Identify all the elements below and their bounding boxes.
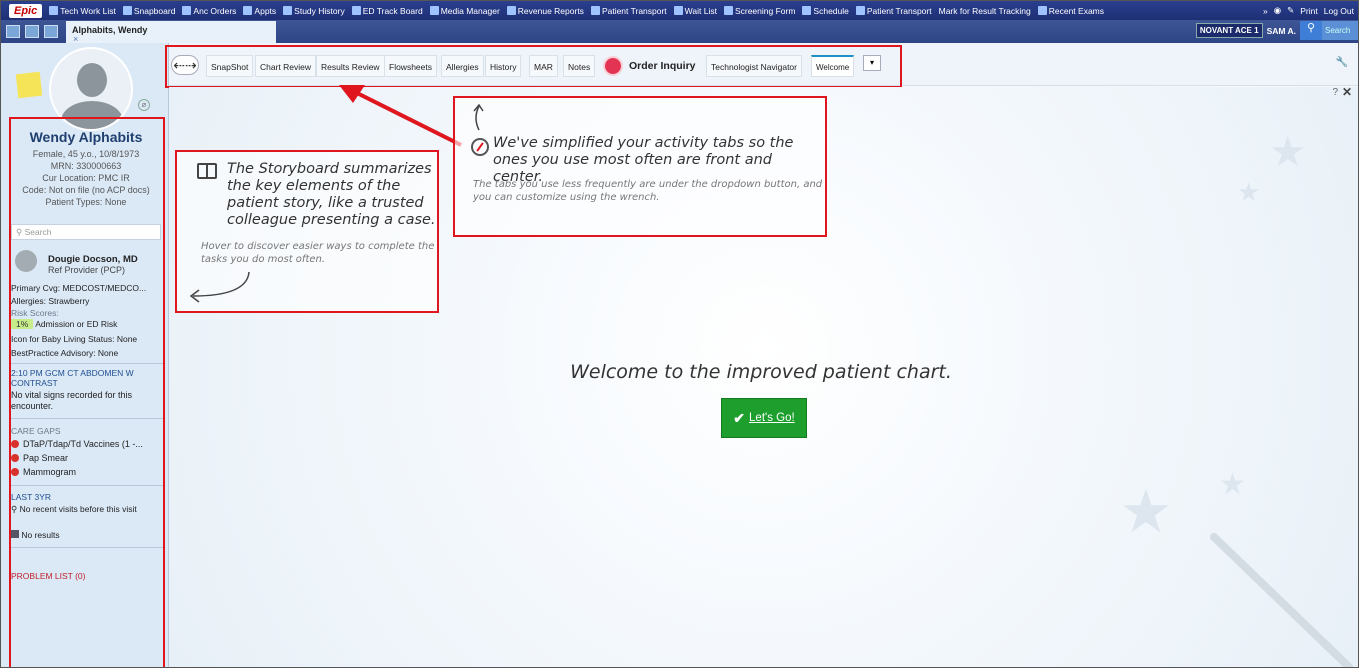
sticky-note-icon[interactable] bbox=[15, 71, 43, 99]
lets-go-label: Let's Go! bbox=[749, 412, 795, 424]
toolbar-recent-exams[interactable]: Recent Exams bbox=[1037, 6, 1104, 16]
patient-tab-label: Alphabits, Wendy bbox=[72, 24, 148, 35]
toolbar-media-manager[interactable]: Media Manager bbox=[429, 6, 500, 16]
storyboard-sidebar: ⌀ Wendy Alphabits Female, 45 y.o., 10/8/… bbox=[1, 43, 169, 667]
book-icon bbox=[197, 163, 217, 179]
close-icon[interactable]: ✕ bbox=[1342, 85, 1352, 99]
history-icon bbox=[283, 6, 293, 15]
board-icon bbox=[351, 6, 361, 15]
report-icon bbox=[506, 6, 516, 15]
people-icon bbox=[243, 6, 253, 15]
layout-icon[interactable] bbox=[25, 25, 39, 38]
search-placeholder: Search bbox=[1325, 26, 1351, 35]
toolbar-patient-transport-2[interactable]: Patient Transport bbox=[855, 6, 932, 16]
list-icon bbox=[49, 6, 59, 15]
toolbar-screening-form[interactable]: Screening Form bbox=[723, 6, 795, 16]
storyboard-callout-text: The Storyboard summarizes the key elemen… bbox=[227, 161, 436, 228]
storyboard-toggle-icon[interactable] bbox=[6, 25, 20, 38]
toolbar-tech-work-list[interactable]: Tech Work List bbox=[49, 6, 116, 16]
storyboard-callout-subtext: Hover to discover easier ways to complet… bbox=[201, 241, 435, 265]
epic-logo[interactable]: Epic bbox=[9, 3, 43, 18]
curved-arrow-icon bbox=[189, 271, 250, 303]
wrench-icon[interactable]: 🔧 bbox=[1336, 57, 1348, 68]
checkmark-icon: ✔ bbox=[733, 409, 746, 426]
user-name[interactable]: SAM A. bbox=[1267, 26, 1296, 36]
transport-icon bbox=[855, 6, 865, 15]
waitlist-icon bbox=[673, 6, 683, 15]
search-icon[interactable]: ⚲ bbox=[1300, 21, 1322, 40]
tabs-callout-subtext: The tabs you use less frequently are und… bbox=[473, 179, 823, 203]
star-decoration: ★ bbox=[1119, 478, 1173, 545]
checkmark-icon bbox=[723, 6, 733, 15]
toolbar-schedule[interactable]: Schedule bbox=[802, 6, 849, 16]
toolbar-ed-track-board[interactable]: ED Track Board bbox=[351, 6, 423, 16]
top-toolbar: Epic Tech Work List Snapboard Anc Orders… bbox=[1, 1, 1358, 20]
clock-icon bbox=[1037, 6, 1047, 15]
toolbar-anc-orders[interactable]: Anc Orders bbox=[182, 6, 236, 16]
close-icon[interactable]: × bbox=[73, 34, 78, 44]
patient-tab[interactable]: Alphabits, Wendy × bbox=[66, 20, 276, 44]
tabs-highlight-box bbox=[165, 45, 902, 88]
toolbar-appts[interactable]: Appts bbox=[243, 6, 276, 16]
grid-icon bbox=[122, 6, 132, 15]
pin-icon[interactable]: ✎ bbox=[1287, 5, 1294, 16]
lets-go-button[interactable]: ✔ Let's Go! bbox=[721, 398, 807, 438]
magic-wand-decoration bbox=[1210, 533, 1353, 667]
toolbar-snapboard[interactable]: Snapboard bbox=[122, 6, 175, 16]
star-decoration: ★ bbox=[1219, 468, 1246, 501]
toolbar-mark-result-tracking[interactable]: Mark for Result Tracking bbox=[939, 6, 1031, 16]
orders-icon bbox=[182, 6, 192, 15]
star-decoration: ★ bbox=[1269, 128, 1307, 175]
media-icon bbox=[429, 6, 439, 15]
app-window: Epic Tech Work List Snapboard Anc Orders… bbox=[0, 0, 1359, 668]
logout-button[interactable]: Log Out bbox=[1324, 6, 1354, 16]
toolbar-study-history[interactable]: Study History bbox=[283, 6, 345, 16]
storyboard-highlight-box bbox=[9, 117, 165, 667]
up-arrow-icon bbox=[473, 103, 484, 131]
print-button[interactable]: Print bbox=[1300, 6, 1317, 16]
panel-icon[interactable] bbox=[44, 25, 58, 38]
no-photo-icon[interactable]: ⌀ bbox=[138, 99, 150, 111]
toolbar-right: » ◉ ✎ Print Log Out bbox=[1263, 1, 1354, 20]
department-badge[interactable]: NOVANT ACE 1 bbox=[1195, 23, 1263, 38]
help-icon[interactable]: ? bbox=[1332, 87, 1338, 98]
calendar-icon bbox=[802, 6, 812, 15]
star-decoration: ★ bbox=[1237, 177, 1261, 207]
storyboard-callout: The Storyboard summarizes the key elemen… bbox=[175, 150, 439, 313]
compass-icon bbox=[471, 138, 489, 156]
callout-arrow bbox=[339, 85, 462, 147]
tabs-callout: We've simplified your activity tabs so t… bbox=[453, 96, 827, 237]
welcome-heading: Welcome to the improved patient chart. bbox=[570, 361, 952, 383]
patient-tab-bar: Alphabits, Wendy × NOVANT ACE 1 SAM A. ⚲… bbox=[1, 20, 1358, 44]
global-search[interactable]: ⚲ Search bbox=[1300, 21, 1358, 40]
more-chevron-icon[interactable]: » bbox=[1263, 6, 1268, 16]
transport-icon bbox=[590, 6, 600, 15]
toolbar-patient-transport[interactable]: Patient Transport bbox=[590, 6, 667, 16]
toolbar-wait-list[interactable]: Wait List bbox=[673, 6, 717, 16]
globe-icon[interactable]: ◉ bbox=[1274, 5, 1281, 16]
toolbar-revenue-reports[interactable]: Revenue Reports bbox=[506, 6, 584, 16]
header-right: NOVANT ACE 1 SAM A. ⚲ Search bbox=[1195, 21, 1358, 40]
